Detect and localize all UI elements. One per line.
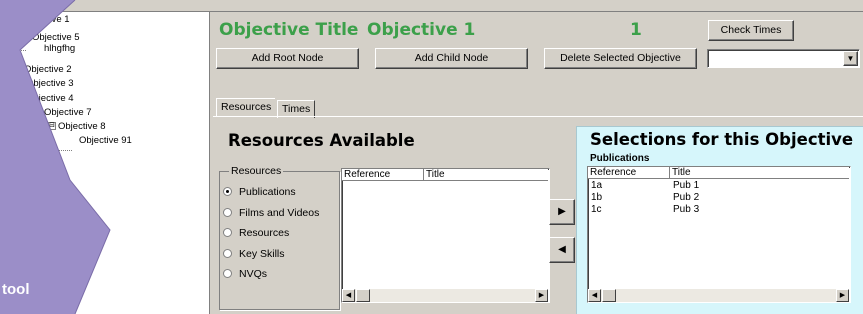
radio-empty-icon xyxy=(223,249,232,258)
radio-label: Films and Videos xyxy=(239,207,320,219)
add-root-node-button[interactable]: Add Root Node xyxy=(216,48,359,69)
radio-publications[interactable]: Publications xyxy=(223,186,296,198)
radio-empty-icon xyxy=(223,208,232,217)
scroll-thumb[interactable] xyxy=(602,289,616,302)
tool-label: tool xyxy=(2,281,30,298)
radio-label: NVQs xyxy=(239,268,268,280)
scroll-left-icon[interactable]: ◀ xyxy=(342,289,355,302)
selections-heading: Selections for this Objective xyxy=(590,130,854,149)
scroll-right-icon[interactable]: ▶ xyxy=(836,289,849,302)
cell-title[interactable]: Pub 3 xyxy=(673,204,699,215)
cell-title[interactable]: Pub 1 xyxy=(673,180,699,191)
objective-dropdown[interactable]: ▼ xyxy=(707,49,860,68)
radio-empty-icon xyxy=(223,228,232,237)
resources-group-label: Resources xyxy=(229,165,284,177)
cell-reference[interactable]: 1b xyxy=(591,192,602,203)
radio-label: Key Skills xyxy=(239,248,285,260)
cell-reference[interactable]: 1c xyxy=(591,204,602,215)
purple-wedge-decoration xyxy=(0,0,111,314)
objective-count: 1 xyxy=(630,20,642,40)
cell-title[interactable]: Pub 2 xyxy=(673,192,699,203)
add-selection-button[interactable]: ▶ xyxy=(549,199,575,225)
horizontal-scrollbar[interactable]: ◀ ▶ xyxy=(588,289,849,302)
selected-resources-list[interactable]: Reference Title 1a Pub 1 1b Pub 2 1c Pub… xyxy=(587,166,851,303)
radio-films-videos[interactable]: Films and Videos xyxy=(223,207,319,219)
add-child-node-button[interactable]: Add Child Node xyxy=(375,48,528,69)
column-header-title[interactable]: Title xyxy=(424,169,548,181)
arrow-right-icon: ▶ xyxy=(558,206,566,217)
resources-heading: Resources Available xyxy=(228,131,415,150)
chevron-down-icon[interactable]: ▼ xyxy=(843,51,858,66)
column-header-title[interactable]: Title xyxy=(670,167,849,179)
remove-selection-button[interactable]: ◀ xyxy=(549,237,575,263)
purple-wedge-shape xyxy=(0,0,110,314)
column-header-reference[interactable]: Reference xyxy=(342,169,424,181)
radio-selected-icon xyxy=(223,187,232,196)
top-strip xyxy=(0,0,863,12)
radio-resources[interactable]: Resources xyxy=(223,227,289,239)
radio-nvqs[interactable]: NVQs xyxy=(223,268,267,280)
scroll-left-icon[interactable]: ◀ xyxy=(588,289,601,302)
selections-subheading: Publications xyxy=(590,153,650,164)
objective-title-value: Objective 1 xyxy=(367,20,476,40)
check-times-button[interactable]: Check Times xyxy=(708,20,794,41)
horizontal-scrollbar[interactable]: ◀ ▶ xyxy=(342,289,548,302)
arrow-left-icon: ◀ xyxy=(558,244,566,255)
scroll-thumb[interactable] xyxy=(356,289,370,302)
column-header-reference[interactable]: Reference xyxy=(588,167,670,179)
radio-label: Publications xyxy=(239,186,296,198)
delete-objective-button[interactable]: Delete Selected Objective xyxy=(544,48,697,69)
objective-title-label: Objective Title xyxy=(219,20,359,40)
cell-reference[interactable]: 1a xyxy=(591,180,602,191)
radio-key-skills[interactable]: Key Skills xyxy=(223,248,285,260)
scroll-right-icon[interactable]: ▶ xyxy=(535,289,548,302)
radio-empty-icon xyxy=(223,269,232,278)
available-resources-list[interactable]: Reference Title ◀ ▶ xyxy=(341,168,550,303)
tab-resources[interactable]: Resources xyxy=(216,98,276,116)
radio-label: Resources xyxy=(239,227,290,239)
